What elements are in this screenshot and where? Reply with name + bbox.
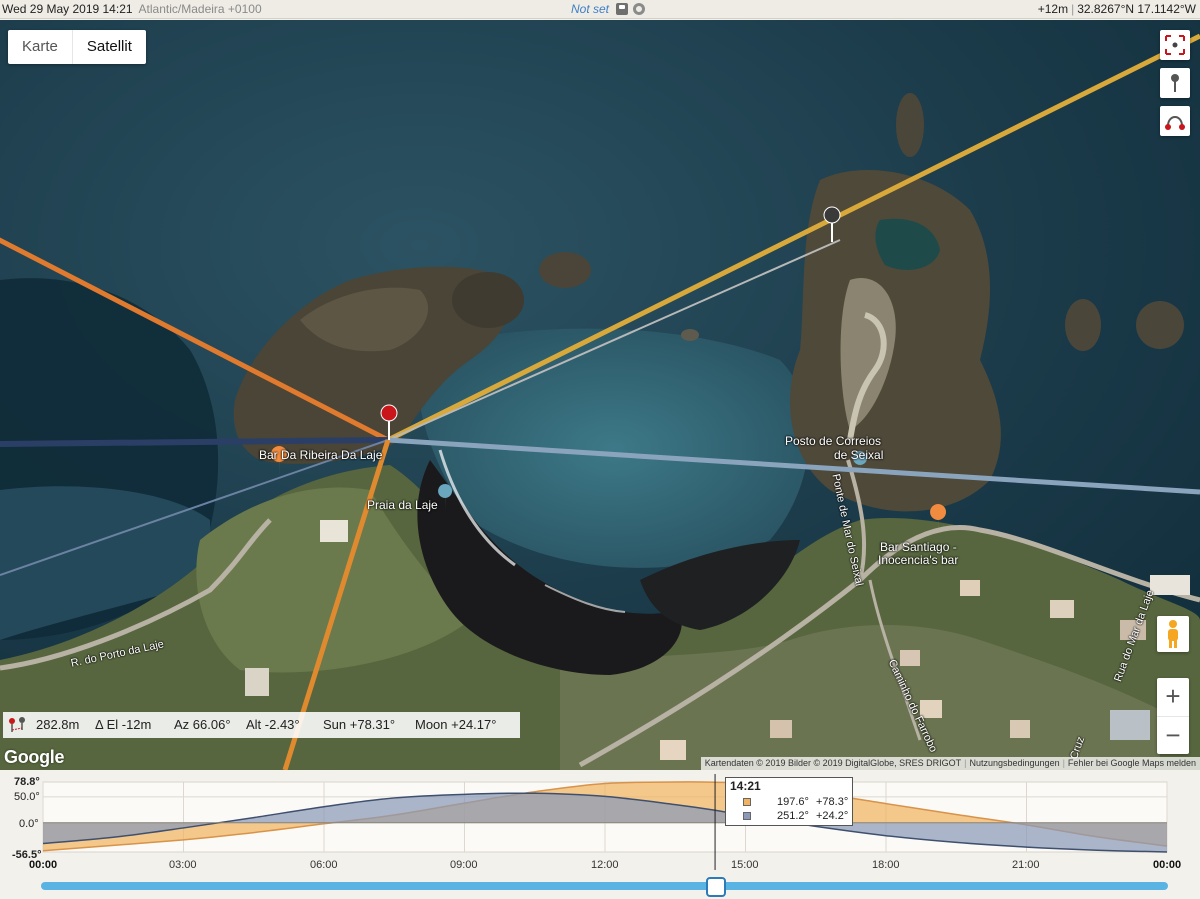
fullscreen-button[interactable] — [1160, 30, 1190, 60]
poi-label-posto-line2[interactable]: de Seixal — [834, 448, 883, 462]
x-tick-label: 09:00 — [450, 859, 478, 871]
top-status-bar: Wed 29 May 2019 14:21 Atlantic/Madeira +0… — [0, 0, 1200, 19]
y-tick-label: 50.0° — [14, 791, 40, 803]
altitude-value: Alt -2.43° — [246, 717, 300, 732]
poi-label-bar-santiago-line1[interactable]: Bar Santiago - — [880, 540, 957, 554]
sun-moon-altitude-chart[interactable]: 78.8° 50.0° 0.0° -56.5° 00:00 03:00 06:0… — [0, 770, 1200, 899]
x-tick-label: 00:00 — [1153, 859, 1182, 871]
poi-label-posto-line1[interactable]: Posto de Correios — [785, 434, 881, 448]
distance-value: 282.8m — [36, 717, 80, 732]
map-type-karte-button[interactable]: Karte — [8, 30, 72, 64]
x-tick-label: 06:00 — [310, 859, 338, 871]
time-slider-handle[interactable] — [706, 877, 726, 897]
tooltip-moon-azimuth: 251.2° — [777, 810, 809, 822]
distance-pins-icon — [9, 717, 25, 732]
lock-icon[interactable] — [616, 3, 629, 15]
route-pins-button[interactable] — [1160, 106, 1190, 136]
map-type-satellit-button[interactable]: Satellit — [71, 30, 146, 64]
sun-altitude-value: Sun +78.31° — [323, 717, 396, 732]
terms-link[interactable]: Nutzungsbedingungen — [970, 758, 1060, 768]
x-tick-label: 15:00 — [731, 859, 759, 871]
sun-swatch — [743, 798, 751, 806]
timezone-label: Atlantic/Madeira +0100 — [138, 2, 262, 16]
pin-icon — [1171, 74, 1179, 92]
altitude-chart-svg — [42, 774, 1168, 870]
zoom-in-button[interactable]: + — [1157, 678, 1189, 716]
zoom-out-button[interactable]: − — [1157, 716, 1189, 754]
tooltip-sun-altitude: +78.3° — [816, 796, 849, 808]
attribution-data: Kartendaten © 2019 Bilder © 2019 Digital… — [704, 758, 962, 768]
tooltip-time: 14:21 — [730, 779, 761, 793]
datetime-label[interactable]: Wed 29 May 2019 14:21 — [2, 2, 133, 16]
status-not-set[interactable]: Not set — [571, 2, 609, 16]
map-attribution: Kartendaten © 2019 Bilder © 2019 Digital… — [700, 757, 1200, 770]
time-slider-track[interactable] — [41, 882, 1168, 890]
map-type-toggle: Karte Satellit — [8, 30, 146, 64]
delta-elevation-value: Δ El -12m — [95, 717, 152, 732]
tooltip-sun-azimuth: 197.6° — [777, 796, 809, 808]
poi-label-praia[interactable]: Praia da Laje — [367, 498, 438, 512]
x-tick-label: 18:00 — [872, 859, 900, 871]
x-tick-label: 00:00 — [29, 859, 58, 871]
poi-label-bar-ribeira[interactable]: Bar Da Ribeira Da Laje — [259, 448, 382, 462]
moon-altitude-value: Moon +24.17° — [415, 717, 497, 732]
chart-tooltip: 14:21 197.6° +78.3° 251.2° +24.2° — [725, 777, 853, 826]
azimuth-value: Az 66.06° — [174, 717, 231, 732]
elevation-label: +12m — [1037, 2, 1069, 16]
route-pins-icon — [1165, 116, 1185, 130]
map-imagery — [0, 20, 1200, 770]
poi-label-bar-santiago-line2[interactable]: Inocencia's bar — [878, 553, 958, 567]
fullscreen-icon — [1165, 35, 1185, 55]
google-logo: Google — [4, 747, 65, 767]
y-tick-label: 78.8° — [14, 776, 40, 788]
report-error-link[interactable]: Fehler bei Google Maps melden — [1068, 758, 1196, 768]
satellite-map[interactable]: Bar Da Ribeira Da Laje Praia da Laje Pos… — [0, 20, 1200, 770]
moon-swatch — [743, 812, 751, 820]
x-tick-label: 21:00 — [1012, 859, 1040, 871]
circle-toggle-icon[interactable] — [633, 3, 646, 15]
measurement-info-bar: 282.8m Δ El -12m Az 66.06° Alt -2.43° Su… — [3, 712, 520, 738]
street-view-pegman[interactable] — [1157, 616, 1189, 652]
zoom-control: + − — [1157, 678, 1189, 754]
pegman-icon — [1168, 620, 1178, 648]
pin-button[interactable] — [1160, 68, 1190, 98]
coordinates-label[interactable]: 32.8267°N 17.1142°W — [1077, 2, 1196, 16]
x-tick-label: 12:00 — [591, 859, 619, 871]
y-tick-label: 0.0° — [19, 818, 39, 830]
x-tick-label: 03:00 — [169, 859, 197, 871]
tooltip-moon-altitude: +24.2° — [816, 810, 849, 822]
